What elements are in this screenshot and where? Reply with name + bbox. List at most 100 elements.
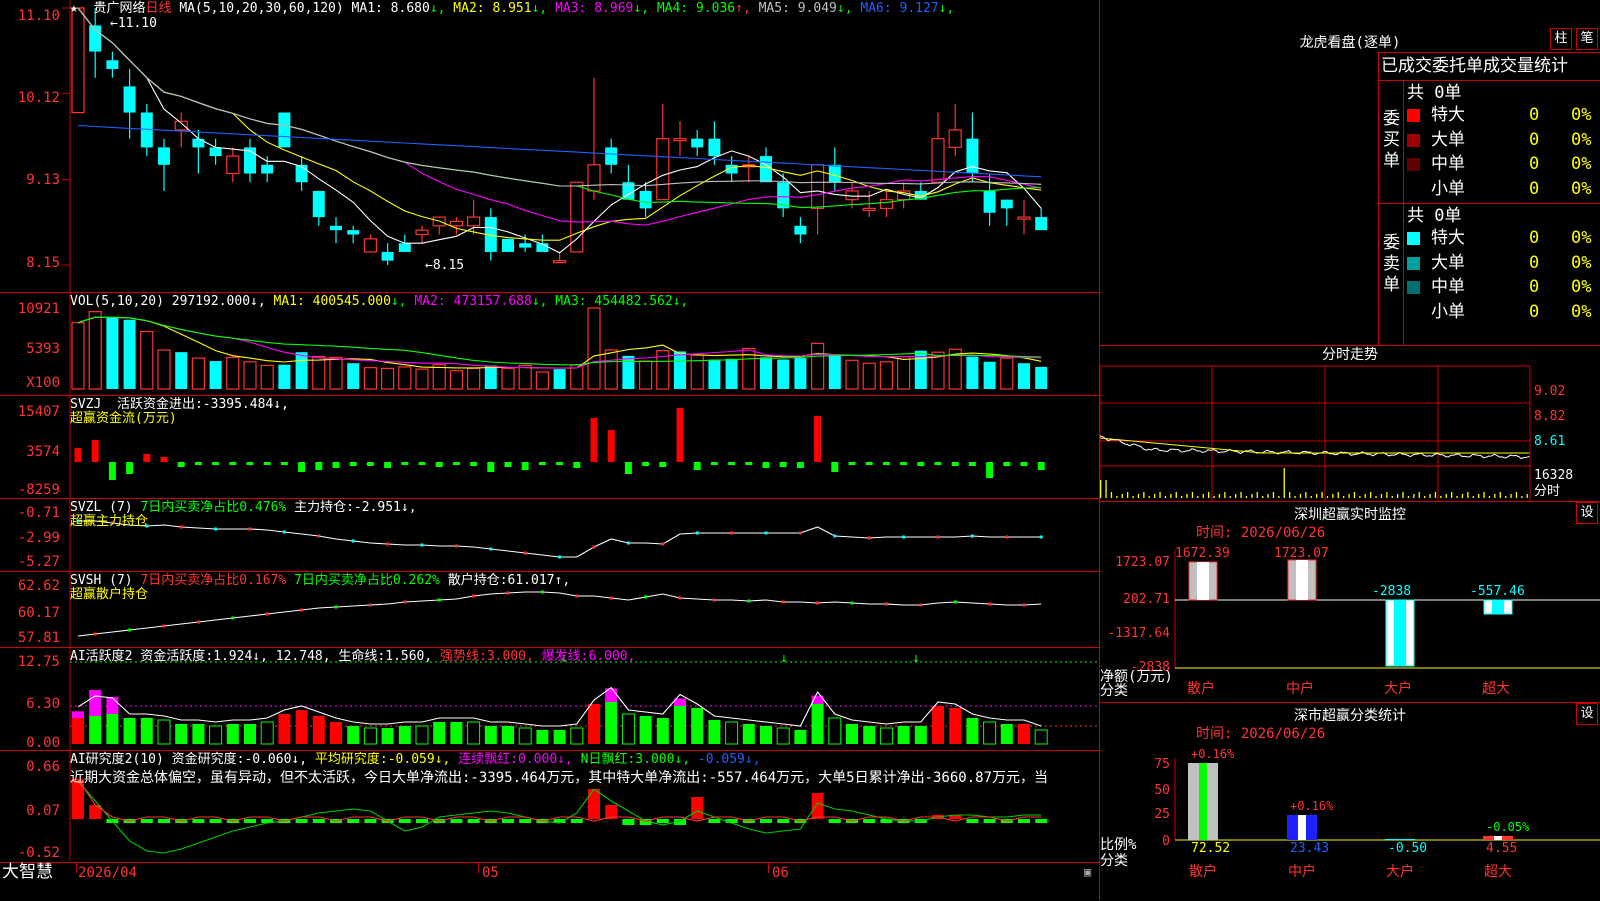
holding-dot [1005,535,1009,539]
classify-y-tick: 0 [1162,834,1170,849]
activity-bar [467,721,481,745]
holding-dot [661,542,665,546]
volume-bar [587,307,601,390]
order-pct: 0% [1571,228,1592,248]
candle-body [519,243,532,248]
intraday-volume [1116,496,1118,498]
svzj-panel[interactable]: SVZJ 活跃资金进出:-3395.484↓, 超赢资金流(万元) 15407 3… [0,396,1100,499]
activity-bar [157,719,171,745]
research-bar [398,819,411,823]
ma-arrow: ↓, [836,1,853,16]
retail-dot [678,596,682,600]
fund-flow-bar [556,462,564,465]
tick-mode-button[interactable]: 笔 [1576,28,1598,50]
fund-flow-bar [676,408,684,462]
intraday-volume [1283,468,1285,498]
volume-bar [260,364,274,390]
bar-mode-button[interactable]: 柱 [1550,28,1572,50]
intraday-volume [1229,496,1231,498]
candle-body [639,190,652,209]
candle-body [330,225,342,231]
vol-ma-label: MA1: [273,294,305,309]
holding-dot [282,530,286,534]
intraday-volume [1256,492,1258,498]
classify-value-label: 72.52 [1191,841,1231,856]
fund-flow-bar [246,462,254,465]
holding-dot [867,536,871,540]
activity-bar [932,706,944,744]
fund-flow-bar [74,448,82,462]
monitor-bar-chart[interactable]: 1723.07 202.71 -1317.64 -2838 [1100,502,1600,702]
ai-research-chart[interactable] [0,751,1100,861]
activity-bar [1018,724,1030,744]
legend-swatch [1407,281,1420,294]
fund-flow-bar [349,462,357,466]
volume-bar [966,356,979,389]
y-tick-label: -8259 [17,482,60,498]
research-bar [570,819,583,823]
volume-bar [845,359,859,390]
intraday-volume [1380,494,1383,498]
svzj-subtitle: 超赢资金流(万元) [70,411,177,426]
fund-flow-bar [710,462,718,465]
ma-value: 9.127 [891,1,939,16]
fund-flow-bar [229,462,237,465]
research-bar [89,805,102,819]
svsh-panel[interactable]: SVSH (7) 7日内买卖净占比0.167% 7日内买卖净占比0.262% 散… [0,572,1100,648]
intraday-volume [1397,494,1399,498]
holding-dot [695,531,699,535]
y-tick-label: 10.12 [17,90,60,106]
intraday-volume [1478,494,1480,498]
activity-bar [363,727,377,745]
retail-dot [334,605,338,609]
candle-body [691,138,704,148]
intraday-volume [1348,494,1350,498]
research-bar [140,819,153,823]
activity-bar [450,722,463,744]
research-bar [244,819,256,823]
fund-flow-bar [882,462,890,465]
volume-bar [862,362,876,390]
classify-bar-chart[interactable]: 75 50 25 0 [1100,703,1600,900]
svzl-panel[interactable]: SVZL (7) 7日内买卖净占比0.476% 主力持仓:-2.951↓, 超赢… [0,499,1100,572]
retail-dot [231,616,235,620]
intraday-chart[interactable]: 9.02 8.82 8.61 16328分时 [1100,346,1600,501]
volume-bar [794,358,807,389]
research-bar [1035,819,1048,823]
intraday-volume [1386,492,1388,498]
volume-panel[interactable]: VOL(5,10,20) 297192.000↓, MA1: 400545.00… [0,293,1100,396]
signal-arrow: ↓ [912,651,920,666]
candlestick-chart[interactable] [0,0,1100,292]
signal-arrow: ↓ [780,651,788,666]
svzl-header: SVZL (7) 7日内买卖净占比0.476% 主力持仓:-2.951↓, [70,500,417,515]
monitor-bar-highlight [1492,600,1504,614]
volume-bar [191,357,205,390]
volume-bar [226,356,240,390]
kline-panel[interactable]: ★☆ 贵广网络日线 MA(5,10,20,30,60,120) MA1: 8.6… [0,0,1100,293]
y-tick-label: 12.75 [17,654,60,670]
holding-dot [179,525,183,529]
retail-dot [1022,603,1026,607]
fund-flow-bar [143,454,151,462]
candle-body [862,207,876,211]
retail-dot [540,590,544,594]
monitor-category: 超大 [1482,681,1510,697]
candle-body [879,199,894,209]
fund-flow-bar [590,418,598,462]
candle-body [278,112,291,148]
ai-research-panel[interactable]: AI研究度2(10) 资金研究度:-0.060↓, 平均研究度:-0.059↓,… [0,751,1100,861]
y-tick-label: -5.27 [17,554,60,570]
intraday-volume [1164,496,1167,498]
activity-bar [605,702,618,744]
candle-body [123,86,136,113]
order-name: 特大 [1431,105,1465,125]
order-name: 大单 [1431,252,1465,273]
intraday-volume [1483,492,1485,498]
fund-flow-bar [366,462,374,466]
research-bar [966,819,979,823]
lock-icon[interactable]: ▣ [1084,865,1091,880]
retail-dot [953,600,957,604]
ai-activity-panel[interactable]: ↓ ↓ ↓ AI活跃度2 资金活跃度:1.924↓, 12.748, 生命线:1.5… [0,648,1100,751]
activity-bar [863,726,876,744]
legend-swatch [1407,305,1420,319]
